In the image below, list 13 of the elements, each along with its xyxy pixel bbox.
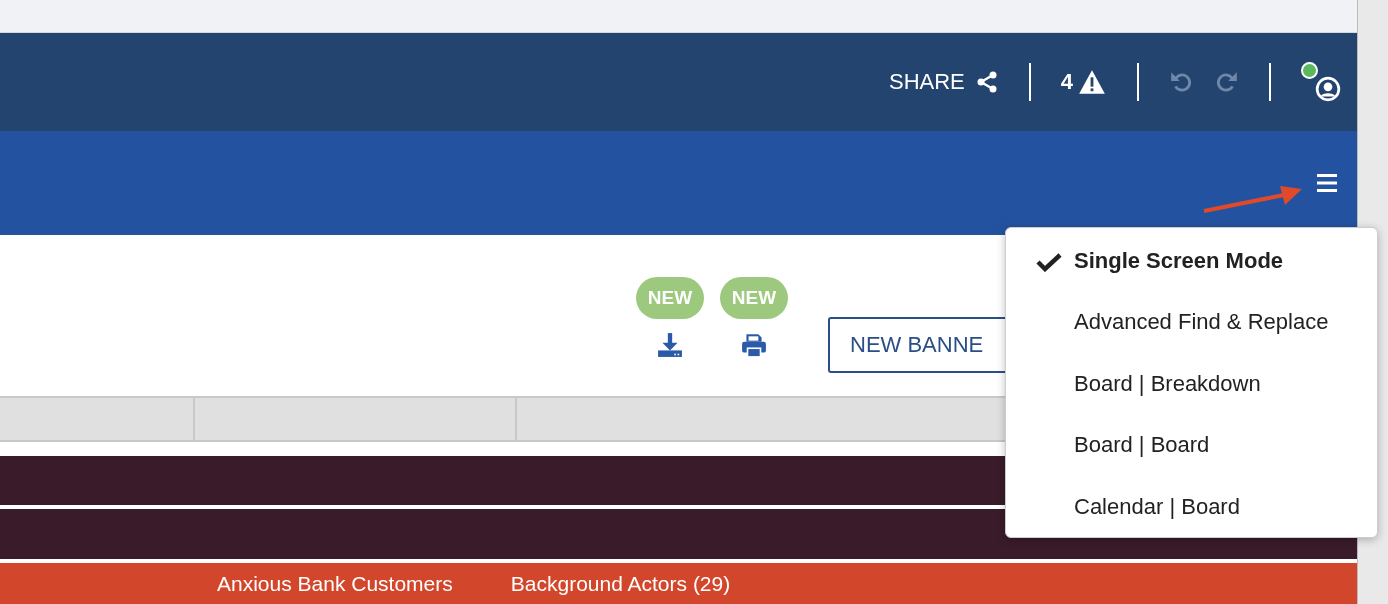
new-badge: NEW	[719, 276, 789, 319]
table-cell: Anxious Bank Customers	[217, 571, 453, 596]
checkmark-icon	[1036, 252, 1062, 272]
menu-item[interactable]: Calendar | Board	[1006, 476, 1377, 538]
menu-item[interactable]: Single Screen Mode	[1006, 230, 1377, 292]
share-button[interactable]: SHARE	[888, 69, 965, 96]
table-cell: Background Actors (29)	[510, 571, 731, 596]
new-badge: NEW	[635, 276, 705, 319]
download-icon[interactable]	[657, 330, 683, 359]
warning-icon[interactable]	[1077, 68, 1107, 97]
menu-item[interactable]: Board | Board	[1006, 414, 1377, 476]
warning-count: 4	[1060, 69, 1073, 96]
user-avatar-icon[interactable]	[1315, 76, 1341, 103]
